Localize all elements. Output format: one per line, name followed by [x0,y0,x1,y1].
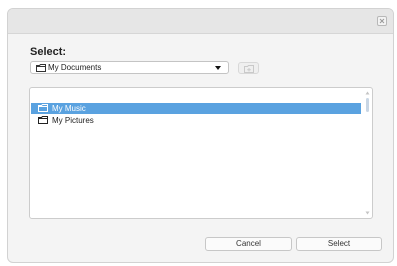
location-dropdown-label: My Documents [48,63,102,72]
list-item-my-pictures[interactable]: My Pictures [31,115,361,126]
folder-list[interactable]: My Music My Pictures [29,87,373,219]
vertical-scrollbar[interactable] [365,91,370,215]
location-dropdown[interactable]: My Documents [30,61,229,74]
triangle-down-icon [215,66,221,70]
select-heading: Select: [30,46,67,58]
new-folder-button[interactable] [238,62,259,74]
folder-icon [36,64,46,72]
close-icon [379,18,385,24]
folder-icon [38,104,48,112]
scrollbar-thumb[interactable] [366,98,369,112]
close-button[interactable] [377,16,387,26]
scroll-up-icon[interactable] [365,91,370,95]
list-item-my-music[interactable]: My Music [31,103,361,114]
scroll-down-icon[interactable] [365,211,370,215]
dialog-titlebar [8,9,393,34]
cancel-button[interactable]: Cancel [205,237,292,251]
list-item-label: My Pictures [52,116,94,125]
list-item-label: My Music [52,104,86,113]
select-button[interactable]: Select [296,237,382,251]
new-folder-icon [244,65,254,73]
folder-icon [38,116,48,124]
